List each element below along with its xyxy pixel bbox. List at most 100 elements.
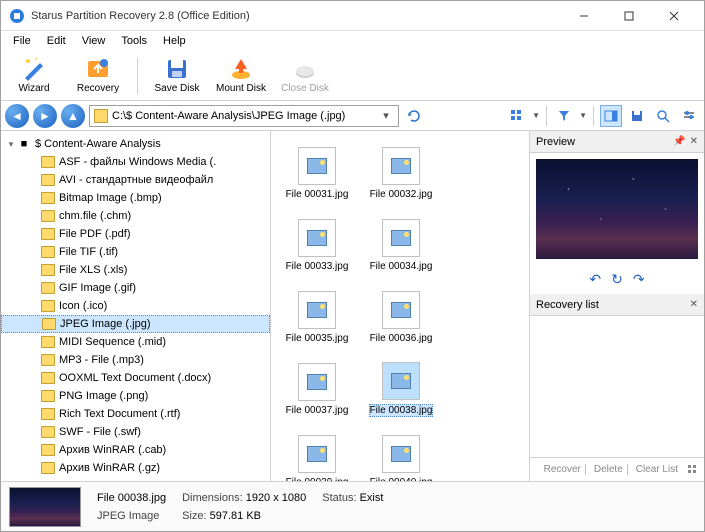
menu-view[interactable]: View: [74, 33, 114, 49]
rotate-180-icon[interactable]: ↻: [611, 271, 623, 288]
search-button[interactable]: [652, 105, 674, 127]
close-button[interactable]: [651, 2, 696, 30]
tree-item[interactable]: AVI - стандартные видеофайл: [1, 171, 270, 189]
folder-icon: [41, 192, 55, 204]
file-thumb[interactable]: File 00037.jpg: [275, 355, 359, 423]
recover-button[interactable]: Recover: [540, 464, 586, 475]
options-button[interactable]: [678, 105, 700, 127]
image-file-icon: [382, 219, 420, 257]
folder-icon: [94, 109, 108, 123]
folder-icon: [41, 282, 55, 294]
preview-toggle[interactable]: [600, 105, 622, 127]
menu-edit[interactable]: Edit: [39, 33, 74, 49]
file-thumb[interactable]: File 00040.jpg: [359, 427, 443, 481]
recovery-list-header: Recovery list ✕: [530, 294, 704, 316]
file-thumb[interactable]: File 00031.jpg: [275, 139, 359, 207]
list-options-icon[interactable]: [686, 463, 700, 477]
file-thumb[interactable]: File 00036.jpg: [359, 283, 443, 351]
folder-icon: [41, 390, 55, 402]
preview-close-icon[interactable]: ✕: [690, 136, 698, 147]
tree-item[interactable]: PNG Image (.png): [1, 387, 270, 405]
statusbar: File 00038.jpg JPEG Image Dimensions: 19…: [1, 481, 704, 531]
menu-file[interactable]: File: [5, 33, 39, 49]
menubar: File Edit View Tools Help: [1, 31, 704, 51]
status-filename: File 00038.jpg: [97, 492, 166, 504]
up-button[interactable]: ▲: [61, 104, 85, 128]
forward-button[interactable]: ►: [33, 104, 57, 128]
tree-item[interactable]: Icon (.ico): [1, 297, 270, 315]
tree-item[interactable]: ASF - файлы Windows Media (.: [1, 153, 270, 171]
tree-item[interactable]: File PDF (.pdf): [1, 225, 270, 243]
folder-icon: [41, 228, 55, 240]
folder-icon: [41, 174, 55, 186]
tree-item[interactable]: Bitmap Image (.bmp): [1, 189, 270, 207]
image-file-icon: [382, 291, 420, 329]
wizard-button[interactable]: Wizard: [5, 53, 63, 99]
titlebar: Starus Partition Recovery 2.8 (Office Ed…: [1, 1, 704, 31]
image-file-icon: [298, 291, 336, 329]
image-file-icon: [382, 435, 420, 473]
address-bar[interactable]: C:\$ Content-Aware Analysis\JPEG Image (…: [89, 105, 399, 127]
tree-item[interactable]: MP3 - File (.mp3): [1, 351, 270, 369]
image-file-icon: [382, 362, 420, 400]
clear-list-button[interactable]: Clear List: [632, 464, 682, 475]
mount-disk-button[interactable]: Mount Disk: [212, 53, 270, 99]
file-grid[interactable]: File 00031.jpgFile 00032.jpgFile 00033.j…: [271, 131, 529, 481]
folder-icon: [41, 246, 55, 258]
folder-icon: [41, 156, 55, 168]
tree-item[interactable]: GIF Image (.gif): [1, 279, 270, 297]
filter-button[interactable]: [553, 105, 575, 127]
app-icon: [9, 8, 25, 24]
maximize-button[interactable]: [606, 2, 651, 30]
rotate-right-icon[interactable]: ↷: [633, 271, 645, 288]
file-thumb[interactable]: File 00035.jpg: [275, 283, 359, 351]
address-dropdown[interactable]: ▾: [378, 109, 394, 122]
recovery-button[interactable]: Recovery: [69, 53, 127, 99]
folder-icon: [41, 300, 55, 312]
tree-item[interactable]: File XLS (.xls): [1, 261, 270, 279]
preview-pin-icon[interactable]: 📌: [673, 136, 685, 147]
status-filetype: JPEG Image: [97, 510, 166, 522]
tree-root[interactable]: ▾■$ Content-Aware Analysis: [1, 135, 270, 153]
refresh-button[interactable]: [403, 105, 425, 127]
tree-item[interactable]: Архив WinRAR (.cab): [1, 441, 270, 459]
image-file-icon: [298, 219, 336, 257]
delete-button[interactable]: Delete: [590, 464, 628, 475]
tree-item[interactable]: SWF - File (.swf): [1, 423, 270, 441]
preview-header: Preview 📌✕: [530, 131, 704, 153]
toolbar: Wizard Recovery Save Disk Mount Disk Clo…: [1, 51, 704, 101]
tree-item[interactable]: chm.file (.chm): [1, 207, 270, 225]
file-thumb[interactable]: File 00034.jpg: [359, 211, 443, 279]
tree-item[interactable]: Rich Text Document (.rtf): [1, 405, 270, 423]
recovlist-close-icon[interactable]: ✕: [690, 299, 698, 310]
image-file-icon: [382, 147, 420, 185]
save-btn[interactable]: [626, 105, 648, 127]
window-title: Starus Partition Recovery 2.8 (Office Ed…: [31, 10, 561, 22]
folder-icon: [41, 336, 55, 348]
close-disk-button: Close Disk: [276, 53, 334, 99]
folder-icon: [41, 462, 55, 474]
file-thumb[interactable]: File 00033.jpg: [275, 211, 359, 279]
back-button[interactable]: ◄: [5, 104, 29, 128]
tree-item[interactable]: File TIF (.tif): [1, 243, 270, 261]
file-thumb[interactable]: File 00032.jpg: [359, 139, 443, 207]
folder-icon: [41, 264, 55, 276]
menu-help[interactable]: Help: [155, 33, 194, 49]
rotate-left-icon[interactable]: ↶: [589, 271, 601, 288]
file-thumb[interactable]: File 00039.jpg: [275, 427, 359, 481]
folder-icon: [42, 318, 56, 330]
menu-tools[interactable]: Tools: [113, 33, 155, 49]
tree-item[interactable]: JPEG Image (.jpg): [1, 315, 270, 333]
minimize-button[interactable]: [561, 2, 606, 30]
recovery-list[interactable]: [530, 316, 704, 457]
tree-item[interactable]: Архив WinRAR (.gz): [1, 459, 270, 477]
image-file-icon: [298, 147, 336, 185]
tree-item[interactable]: MIDI Sequence (.mid): [1, 333, 270, 351]
save-disk-button[interactable]: Save Disk: [148, 53, 206, 99]
file-thumb[interactable]: File 00038.jpg: [359, 355, 443, 423]
folder-icon: [41, 444, 55, 456]
tree-panel[interactable]: ▾■$ Content-Aware AnalysisASF - файлы Wi…: [1, 131, 271, 481]
tree-item[interactable]: OOXML Text Document (.docx): [1, 369, 270, 387]
view-mode-button[interactable]: [506, 105, 528, 127]
image-file-icon: [298, 363, 336, 401]
